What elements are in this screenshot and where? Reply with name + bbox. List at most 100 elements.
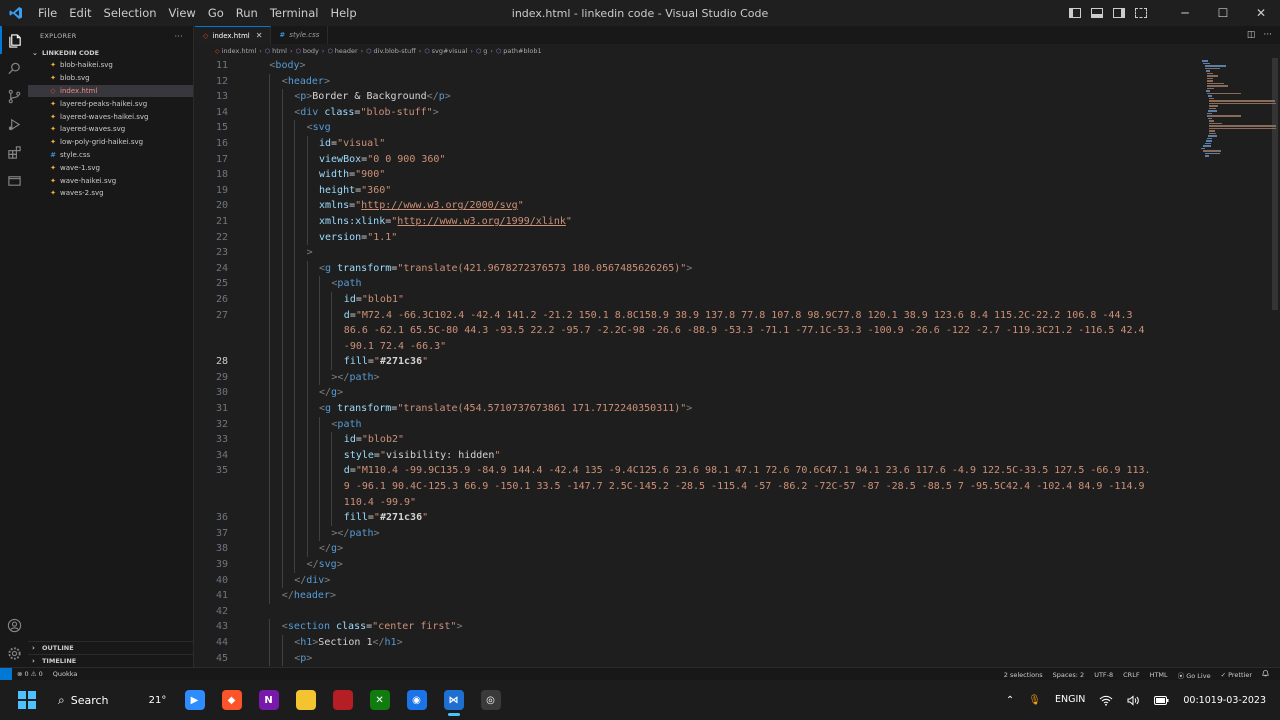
clock[interactable]: 00:10 19-03-2023: [1176, 694, 1280, 707]
minimize-button[interactable]: ─: [1166, 0, 1204, 26]
app-red-icon[interactable]: [325, 682, 361, 718]
menu-selection[interactable]: Selection: [98, 0, 163, 26]
toggle-primary-sidebar-icon[interactable]: [1064, 0, 1086, 26]
toggle-secondary-sidebar-icon[interactable]: [1108, 0, 1130, 26]
encoding-status[interactable]: UTF-8: [1089, 671, 1118, 679]
close-button[interactable]: ✕: [1242, 0, 1280, 26]
file-item[interactable]: ✦ layered-peaks-haikei.svg: [28, 97, 193, 110]
file-item[interactable]: # style.css: [28, 149, 193, 162]
breadcrumb-item[interactable]: › ⬡ header: [319, 47, 358, 55]
indent-guide: [294, 479, 296, 495]
breadcrumb-item[interactable]: › ⬡ html: [256, 47, 287, 55]
go-live-button[interactable]: ⦿ Go Live: [1173, 670, 1216, 680]
code-line: 34 style="visibility: hidden": [195, 447, 1195, 464]
file-item[interactable]: ✦ layered-waves.svg: [28, 123, 193, 136]
minimap-line: [1204, 152, 1220, 154]
editor-scrollbar[interactable]: [1272, 58, 1278, 310]
volume-icon[interactable]: [1120, 694, 1147, 706]
indent-guide: [294, 151, 296, 168]
indent-guide: [281, 229, 283, 246]
file-item[interactable]: ✦ waves-2.svg: [28, 187, 193, 200]
breadcrumb-item[interactable]: › ⬡ body: [287, 47, 319, 55]
indent-guide: [331, 338, 333, 355]
firefox-icon[interactable]: ◉: [399, 682, 435, 718]
weather-widget[interactable]: 21°: [140, 682, 176, 718]
minimap-line: [1203, 145, 1211, 147]
prettier-status[interactable]: ✓ Prettier: [1216, 671, 1257, 679]
taskbar-search[interactable]: ⌕ Search: [58, 693, 109, 708]
menu-terminal[interactable]: Terminal: [264, 0, 325, 26]
menu-help[interactable]: Help: [324, 0, 362, 26]
file-explorer-icon[interactable]: [288, 682, 324, 718]
indent-guide: [306, 291, 308, 308]
more-actions-icon[interactable]: ···: [1263, 30, 1272, 40]
settings-gear-icon[interactable]: [0, 639, 28, 667]
source-control-icon[interactable]: [0, 82, 28, 110]
chevron-right-icon: ›: [32, 657, 35, 665]
search-icon[interactable]: [0, 54, 28, 82]
chevron-up-icon[interactable]: ⌃: [999, 695, 1021, 706]
indent-guide: [294, 401, 296, 417]
file-item[interactable]: ✦ layered-waves-haikei.svg: [28, 110, 193, 123]
run-debug-icon[interactable]: [0, 110, 28, 138]
breadcrumb-item[interactable]: ◇ index.html: [215, 47, 256, 55]
brave-icon[interactable]: ◆: [214, 682, 250, 718]
indent-guide: [306, 151, 308, 168]
customize-layout-icon[interactable]: [1130, 0, 1152, 26]
minimap[interactable]: [1195, 58, 1277, 667]
problems-status[interactable]: ⊗ 0 ⚠ 0: [12, 670, 48, 678]
chrome-icon[interactable]: ◎: [473, 682, 509, 718]
menu-run[interactable]: Run: [230, 0, 264, 26]
eol-status[interactable]: CRLF: [1118, 671, 1144, 679]
extensions-icon[interactable]: [0, 138, 28, 166]
close-icon[interactable]: ✕: [256, 31, 263, 40]
onenote-icon[interactable]: N: [251, 682, 287, 718]
menu-go[interactable]: Go: [202, 0, 230, 26]
language-indicator[interactable]: ENG IN: [1048, 694, 1092, 706]
breadcrumb-item[interactable]: › ⬡ svg#visual: [416, 47, 468, 55]
outline-section[interactable]: › OUTLINE: [28, 641, 194, 654]
remote-indicator[interactable]: [0, 667, 12, 681]
menu-file[interactable]: File: [32, 0, 63, 26]
vscode-icon[interactable]: ⋈: [436, 682, 472, 718]
tab-style-css[interactable]: # style.css: [271, 26, 329, 44]
selections-status[interactable]: 2 selections: [999, 671, 1048, 679]
xbox-icon[interactable]: ✕: [362, 682, 398, 718]
file-item[interactable]: ◇ index.html: [28, 84, 193, 98]
file-item[interactable]: ✦ blob-haikei.svg: [28, 59, 193, 72]
indentation-status[interactable]: Spaces: 2: [1048, 671, 1090, 679]
explorer-more-icon[interactable]: ···: [174, 32, 183, 41]
account-icon[interactable]: [0, 611, 28, 639]
file-item[interactable]: ✦ blob.svg: [28, 72, 193, 85]
folder-header[interactable]: ⌄ LINKEDIN CODE: [28, 46, 193, 59]
menu-view[interactable]: View: [163, 0, 202, 26]
indent-guide: [319, 432, 320, 448]
start-button[interactable]: [18, 691, 36, 709]
line-number: 34: [215, 449, 228, 461]
toggle-panel-icon[interactable]: [1086, 0, 1108, 26]
explorer-icon[interactable]: [0, 26, 28, 54]
breadcrumb-item[interactable]: › ⬡ path#blob1: [487, 47, 541, 55]
file-item[interactable]: ✦ wave-haikei.svg: [28, 174, 193, 187]
maximize-button[interactable]: ☐: [1204, 0, 1242, 26]
tab-index-html[interactable]: ◇ index.html ✕: [195, 26, 272, 44]
quokka-status[interactable]: Quokka: [48, 670, 83, 678]
wifi-icon[interactable]: [1092, 695, 1120, 706]
file-item[interactable]: ✦ wave-1.svg: [28, 161, 193, 174]
menu-edit[interactable]: Edit: [63, 0, 97, 26]
indent-guide: [319, 463, 320, 480]
notifications-bell-icon[interactable]: [1257, 670, 1274, 679]
breadcrumb-item[interactable]: › ⬡ g: [467, 47, 487, 55]
language-status[interactable]: HTML: [1145, 671, 1173, 679]
split-editor-icon[interactable]: ◫: [1247, 30, 1256, 40]
microphone-icon[interactable]: 🎙: [1021, 695, 1048, 706]
timeline-section[interactable]: › TIMELINE: [28, 654, 194, 667]
breadcrumb-item[interactable]: › ⬡ div.blob-stuff: [358, 47, 416, 55]
battery-icon[interactable]: [1147, 695, 1176, 705]
code-editor[interactable]: 11 <body> 12 <header> 13 <p>Border & Backgrou…: [195, 58, 1195, 667]
line-number: 40: [215, 574, 228, 586]
file-item[interactable]: ✦ low-poly-grid-haikei.svg: [28, 136, 193, 149]
remote-explorer-icon[interactable]: [0, 166, 28, 194]
zoom-icon[interactable]: ▶: [177, 682, 213, 718]
indent-guide: [294, 291, 296, 308]
